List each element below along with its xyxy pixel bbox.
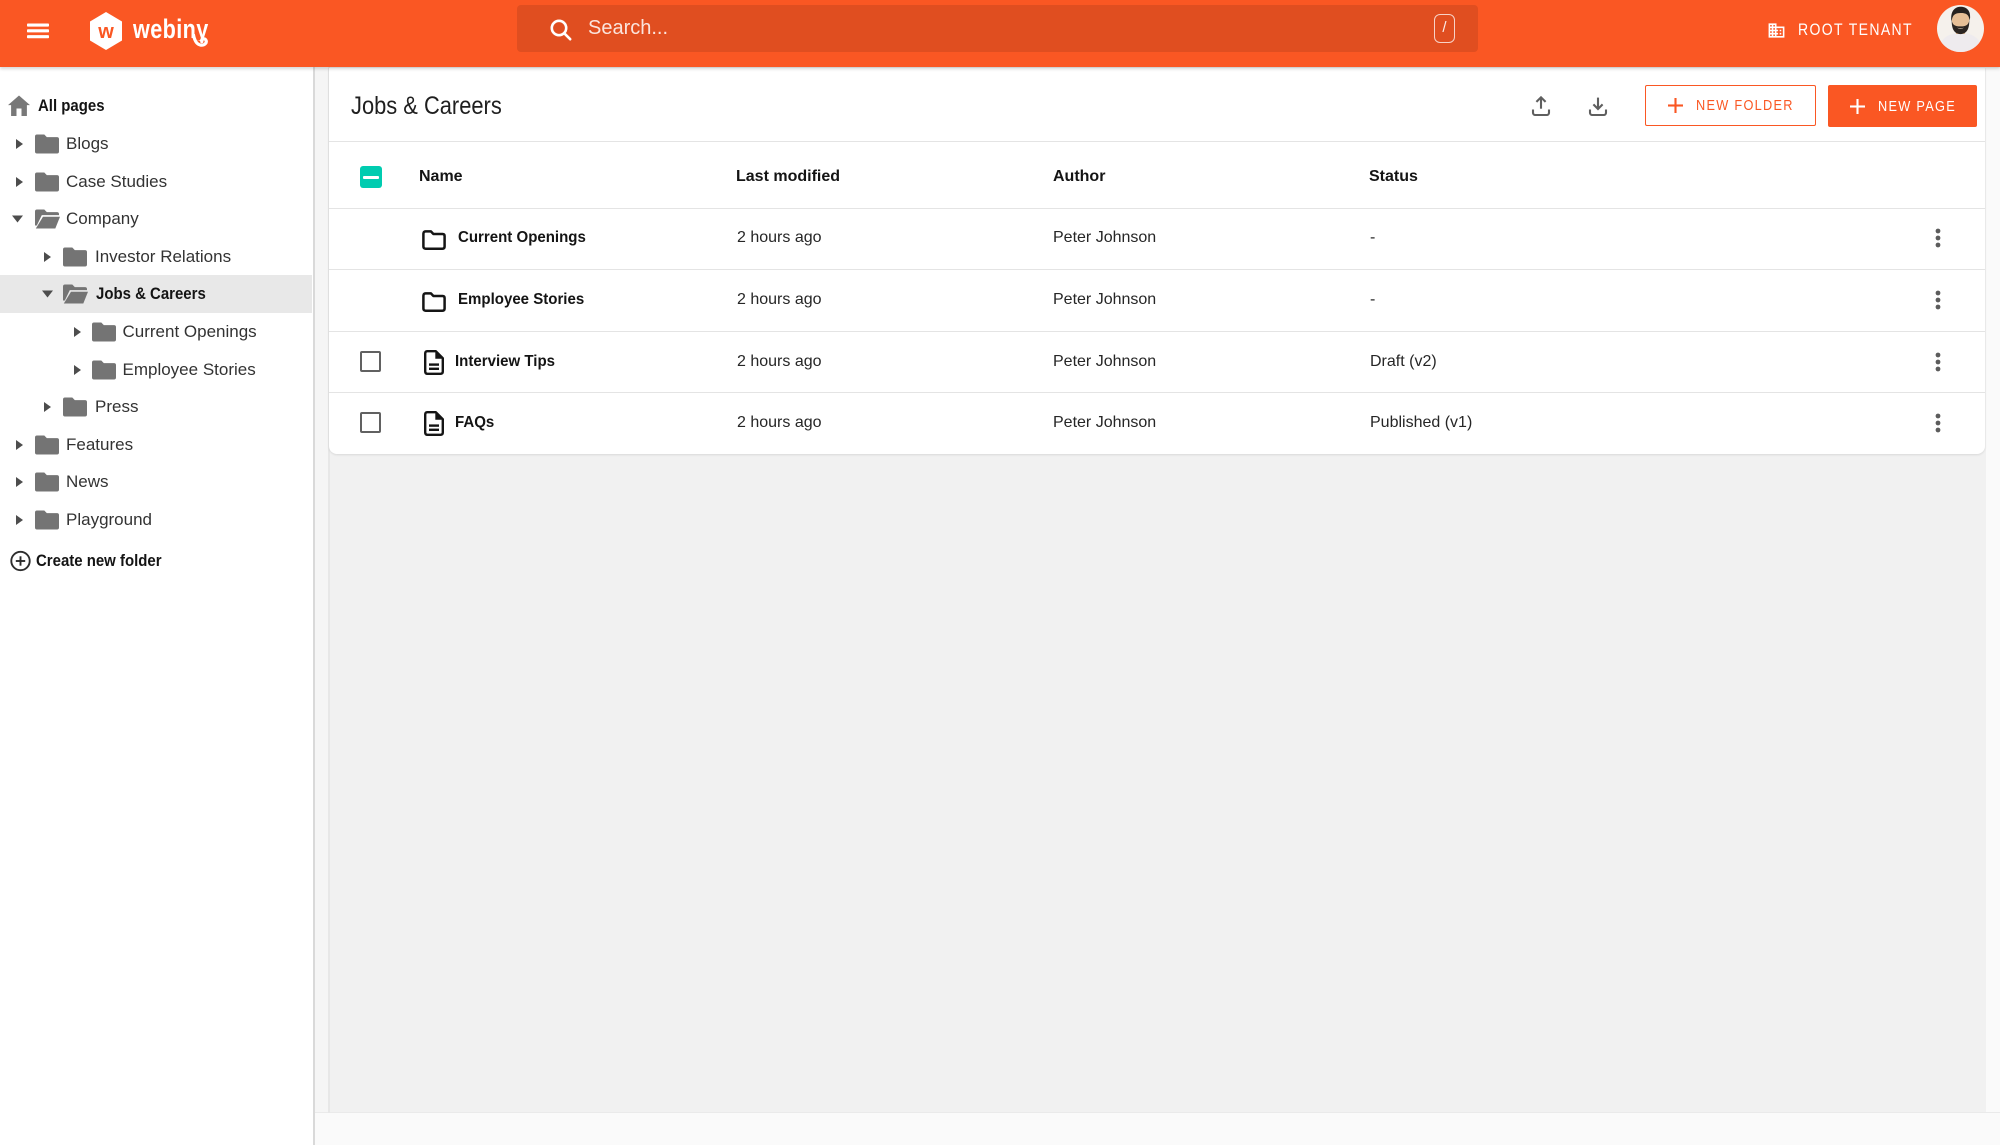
svg-text:w: w: [97, 21, 114, 43]
